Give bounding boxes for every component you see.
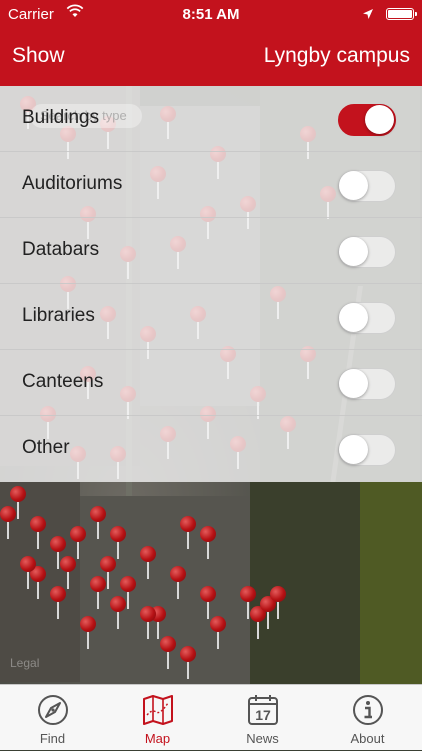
filter-row-libraries: Libraries bbox=[0, 284, 422, 350]
tab-about[interactable]: About bbox=[315, 685, 420, 751]
clock: 8:51 AM bbox=[182, 6, 240, 23]
map-pin[interactable] bbox=[80, 616, 96, 650]
tab-label: Map bbox=[144, 731, 171, 746]
map-icon bbox=[143, 695, 173, 725]
filter-label: Databars bbox=[22, 239, 100, 260]
filter-row-other: Other bbox=[0, 416, 422, 482]
libraries-toggle[interactable] bbox=[338, 302, 396, 334]
show-button[interactable]: Show bbox=[12, 44, 65, 68]
legal-link[interactable]: Legal bbox=[10, 656, 39, 670]
nav-title: Lyngby campus bbox=[263, 44, 410, 67]
filter-label: Other bbox=[22, 437, 70, 458]
tab-label: Find bbox=[39, 731, 66, 746]
map-pin[interactable] bbox=[60, 556, 76, 590]
tab-label: About bbox=[350, 731, 385, 746]
filter-row-databars: Databars bbox=[0, 218, 422, 284]
map-pin[interactable] bbox=[110, 596, 126, 630]
map-pin[interactable] bbox=[180, 646, 196, 680]
tab-find[interactable]: Find bbox=[0, 685, 105, 751]
map-pin[interactable] bbox=[180, 516, 196, 550]
map-pin[interactable] bbox=[110, 526, 126, 560]
map-pin[interactable] bbox=[200, 586, 216, 620]
calendar-day: 17 bbox=[255, 707, 271, 723]
location-arrow-icon bbox=[362, 7, 374, 24]
status-bar: Carrier 8:51 AM bbox=[0, 0, 422, 28]
filter-label: Auditoriums bbox=[22, 173, 123, 194]
map-pin[interactable] bbox=[140, 546, 156, 580]
map-pin[interactable] bbox=[0, 506, 16, 540]
databars-toggle[interactable] bbox=[338, 236, 396, 268]
map-pin[interactable] bbox=[160, 636, 176, 670]
filter-label: Buildings bbox=[22, 107, 100, 128]
map-pin[interactable] bbox=[20, 556, 36, 590]
map-pin[interactable] bbox=[140, 606, 156, 640]
map-pin[interactable] bbox=[90, 576, 106, 610]
filter-label: Libraries bbox=[22, 305, 95, 326]
navigation-bar: Show Lyngby campus bbox=[0, 28, 422, 86]
map-pin[interactable] bbox=[200, 526, 216, 560]
tab-map[interactable]: Map bbox=[105, 685, 210, 751]
map-pin[interactable] bbox=[50, 586, 66, 620]
map-pin[interactable] bbox=[30, 516, 46, 550]
battery-icon bbox=[386, 8, 417, 20]
filter-panel: Search by type Buildings Auditoriums Dat… bbox=[0, 86, 422, 482]
filter-row-auditoriums: Auditoriums bbox=[0, 152, 422, 218]
compass-icon bbox=[38, 695, 68, 725]
tab-news[interactable]: 17 News bbox=[210, 685, 315, 751]
calendar-icon: 17 bbox=[248, 695, 278, 725]
info-icon bbox=[353, 695, 383, 725]
filter-label: Canteens bbox=[22, 371, 104, 392]
map-pin[interactable] bbox=[90, 506, 106, 540]
map-pin[interactable] bbox=[170, 566, 186, 600]
tab-label: News bbox=[246, 731, 279, 746]
map-pin[interactable] bbox=[270, 586, 286, 620]
top-bar: Carrier 8:51 AM Show Lyngby campus bbox=[0, 0, 422, 86]
filter-row-canteens: Canteens bbox=[0, 350, 422, 416]
auditoriums-toggle[interactable] bbox=[338, 170, 396, 202]
buildings-toggle[interactable] bbox=[338, 104, 396, 136]
map-pin[interactable] bbox=[210, 616, 226, 650]
tab-bar: Find Map 17 News About bbox=[0, 684, 422, 750]
map-pin[interactable] bbox=[70, 526, 86, 560]
canteens-toggle[interactable] bbox=[338, 368, 396, 400]
other-toggle[interactable] bbox=[338, 434, 396, 466]
filter-row-buildings: Buildings bbox=[0, 86, 422, 152]
